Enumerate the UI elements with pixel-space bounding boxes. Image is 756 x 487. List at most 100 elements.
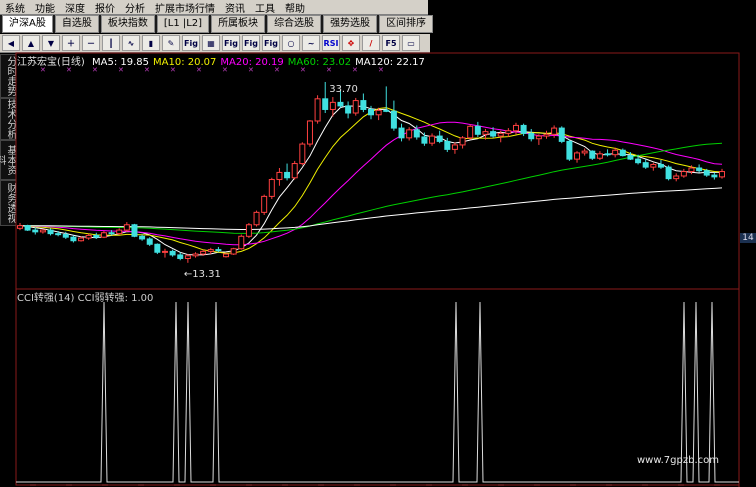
ma-legend-ma5: MA5: 19.85	[92, 57, 150, 68]
candle-body[interactable]	[383, 109, 390, 112]
candle-body[interactable]	[192, 253, 199, 257]
candle-body[interactable]	[169, 250, 176, 256]
candle-body[interactable]	[558, 127, 565, 142]
ma-legend-ma10: MA10: 20.07	[153, 57, 217, 68]
candle-body[interactable]	[642, 162, 649, 168]
candle-body[interactable]	[429, 135, 436, 144]
candle-body[interactable]	[238, 235, 245, 250]
candle-body[interactable]	[574, 152, 581, 160]
candle-body[interactable]	[696, 167, 703, 172]
candle-body[interactable]	[39, 229, 46, 233]
candle-body[interactable]	[268, 179, 275, 197]
candle-body[interactable]	[635, 158, 642, 164]
candle-body[interactable]	[200, 250, 207, 255]
candle-body[interactable]	[650, 163, 657, 168]
candle-body[interactable]	[612, 149, 619, 156]
candle-body[interactable]	[436, 135, 443, 142]
candle-body[interactable]	[566, 140, 573, 160]
candle-body[interactable]	[32, 229, 39, 233]
candle-body[interactable]	[161, 250, 168, 253]
candle-body[interactable]	[451, 144, 458, 150]
candle-body[interactable]	[390, 110, 397, 129]
candle-body[interactable]	[467, 125, 474, 139]
candle-body[interactable]	[299, 143, 306, 165]
candle-body[interactable]	[444, 140, 451, 150]
candle-body[interactable]	[284, 171, 291, 179]
candle-body[interactable]	[673, 175, 680, 180]
candle-body[interactable]	[528, 132, 535, 140]
candle-body[interactable]	[482, 131, 489, 135]
candle-body[interactable]	[352, 100, 359, 114]
candle-body[interactable]	[146, 238, 153, 245]
candle-body[interactable]	[535, 135, 542, 140]
candle-body[interactable]	[551, 127, 558, 135]
candle-body[interactable]	[589, 150, 596, 159]
candle-body[interactable]	[245, 224, 252, 237]
candle-body[interactable]	[123, 224, 130, 231]
candle-body[interactable]	[108, 232, 115, 235]
ma-legend-ma60: MA60: 23.02	[287, 57, 352, 68]
candle-body[interactable]	[78, 237, 85, 242]
candle-body[interactable]	[223, 253, 230, 258]
candle-body[interactable]	[360, 100, 367, 110]
candle-body[interactable]	[703, 170, 710, 176]
candle-body[interactable]	[215, 249, 222, 252]
candle-body[interactable]	[207, 249, 214, 252]
candle-body[interactable]	[329, 101, 336, 110]
candle-body[interactable]	[253, 211, 260, 226]
candle-body[interactable]	[398, 127, 405, 139]
candle-body[interactable]	[490, 131, 497, 137]
candle-body[interactable]	[62, 234, 69, 238]
candle-body[interactable]	[474, 125, 481, 135]
candle-body[interactable]	[337, 101, 344, 107]
candle-body[interactable]	[512, 124, 519, 132]
candle-body[interactable]	[505, 130, 512, 134]
candle-body[interactable]	[657, 163, 664, 168]
candle-body[interactable]	[291, 163, 298, 179]
candle-body[interactable]	[421, 136, 428, 144]
candle-body[interactable]	[406, 129, 413, 139]
candle-body[interactable]	[230, 248, 237, 255]
candle-body[interactable]	[85, 234, 92, 239]
candle-body[interactable]	[100, 232, 107, 238]
candle-body[interactable]	[177, 254, 184, 259]
candle-body[interactable]	[375, 109, 382, 116]
candle-body[interactable]	[314, 98, 321, 122]
candle-body[interactable]	[627, 155, 634, 160]
candle-body[interactable]	[55, 233, 62, 236]
candle-body[interactable]	[261, 195, 268, 213]
candle-body[interactable]	[680, 171, 687, 177]
candle-body[interactable]	[93, 234, 100, 238]
candle-body[interactable]	[17, 225, 23, 229]
candle-body[interactable]	[116, 229, 123, 235]
candle-body[interactable]	[604, 153, 611, 156]
cci-title: CCI转强(14)	[17, 293, 75, 304]
candle-body[interactable]	[322, 98, 329, 110]
candle-body[interactable]	[596, 153, 603, 159]
candle-body[interactable]	[520, 124, 527, 134]
candle-body[interactable]	[619, 149, 626, 157]
candle-body[interactable]	[24, 225, 31, 231]
candle-body[interactable]	[154, 243, 161, 253]
candle-body[interactable]	[184, 255, 191, 259]
candle-body[interactable]	[711, 174, 718, 178]
candle-body[interactable]	[47, 229, 54, 235]
candle-body[interactable]	[581, 150, 588, 154]
candle-body[interactable]	[665, 166, 672, 180]
ma-legend: MA5: 19.85 MA10: 20.07 MA20: 20.19 MA60: 23…	[88, 57, 425, 68]
candle-body[interactable]	[459, 137, 466, 146]
candle-body[interactable]	[139, 235, 146, 240]
candle-body[interactable]	[306, 120, 313, 145]
candle-body[interactable]	[70, 236, 77, 242]
candle-body[interactable]	[276, 171, 283, 181]
candle-body[interactable]	[413, 129, 420, 138]
candle-body[interactable]	[497, 132, 504, 137]
ma-legend-ma120: MA120: 22.17	[355, 57, 425, 68]
candle-body[interactable]	[688, 167, 695, 173]
candle-body[interactable]	[345, 105, 352, 114]
price-axis-label: 14	[740, 233, 756, 243]
candle-body[interactable]	[719, 171, 725, 178]
candle-body[interactable]	[368, 108, 374, 116]
candle-body[interactable]	[131, 224, 138, 237]
candle-body[interactable]	[543, 133, 550, 137]
